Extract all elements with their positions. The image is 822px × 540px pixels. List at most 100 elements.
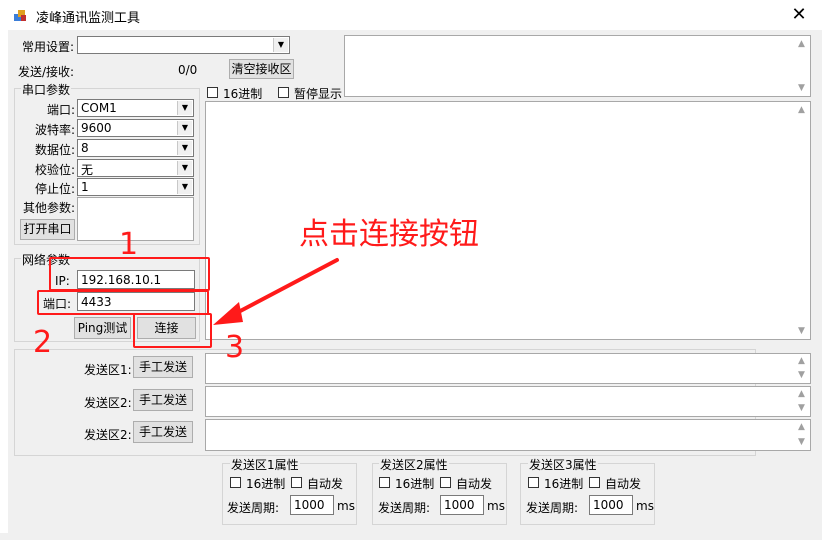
top-text-scrollbar[interactable]: ▲ ▼ [793, 36, 810, 96]
chevron-down-icon: ▼ [177, 161, 192, 175]
data-bits-select[interactable]: 8 ▼ [77, 139, 194, 157]
send-1-period-unit: ms [337, 499, 355, 513]
hex-display-checkbox[interactable] [207, 87, 218, 98]
scroll-up-icon[interactable]: ▲ [793, 36, 810, 52]
scroll-up-icon[interactable]: ▲ [793, 354, 810, 369]
common-settings-select[interactable]: ▼ [77, 36, 290, 54]
manual-send-3-button[interactable]: 手工发送 [133, 421, 193, 443]
send-1-auto-label: 自动发 [307, 477, 344, 491]
scroll-up-icon[interactable]: ▲ [793, 387, 810, 402]
annotation-callout-text: 点击连接按钮 [299, 217, 479, 252]
stop-bits-value: 1 [81, 180, 89, 194]
manual-send-1-button[interactable]: 手工发送 [133, 356, 193, 378]
send-1-hex-checkbox[interactable] [230, 477, 241, 488]
send-1-auto-checkbox[interactable] [291, 477, 302, 488]
pause-display-checkbox[interactable] [278, 87, 289, 98]
manual-send-3-label: 手工发送 [138, 425, 187, 439]
send-3-hex-checkbox[interactable] [528, 477, 539, 488]
data-bits-label: 数据位: [35, 143, 76, 157]
manual-send-2-label: 手工发送 [138, 393, 187, 407]
send-2-props-title: 发送区2属性 [379, 456, 449, 473]
send-2-auto-checkbox[interactable] [440, 477, 451, 488]
send-1-props-title: 发送区1属性 [230, 456, 300, 473]
send-3-period-unit: ms [636, 499, 654, 513]
manual-send-2-button[interactable]: 手工发送 [133, 389, 193, 411]
send-3-scrollbar[interactable]: ▲ ▼ [793, 420, 810, 450]
send-area-2-input[interactable]: ▲ ▼ [205, 386, 811, 417]
send-1-period-label: 发送周期: [227, 501, 280, 515]
annotation-number-3: 3 [225, 330, 245, 365]
send-3-props-title: 发送区3属性 [528, 456, 598, 473]
serial-port-select[interactable]: COM1 ▼ [77, 99, 194, 117]
annotation-number-1: 1 [119, 227, 139, 262]
scroll-up-icon[interactable]: ▲ [793, 420, 810, 435]
window-title: 凌峰通讯监测工具 [36, 11, 141, 26]
baud-rate-select[interactable]: 9600 ▼ [77, 119, 194, 137]
scroll-down-icon[interactable]: ▼ [793, 401, 810, 416]
baud-rate-label: 波特率: [35, 123, 76, 137]
send-1-period-value: 1000 [294, 498, 325, 512]
other-params-label: 其他参数: [23, 201, 76, 215]
send-area-1-label: 发送区1: [84, 363, 132, 377]
send-2-hex-label: 16进制 [395, 477, 435, 491]
manual-send-1-label: 手工发送 [138, 360, 187, 374]
send-3-period-input[interactable]: 1000 [589, 495, 633, 515]
send-1-period-input[interactable]: 1000 [290, 495, 334, 515]
serial-port-label: 端口: [47, 103, 76, 117]
send-2-period-label: 发送周期: [378, 501, 431, 515]
serial-params-title: 串口参数 [21, 81, 72, 98]
pause-display-label: 暂停显示 [294, 87, 343, 101]
chevron-down-icon: ▼ [273, 38, 288, 52]
data-bits-value: 8 [81, 141, 89, 155]
window-left-edge [0, 30, 8, 540]
parity-select[interactable]: 无 ▼ [77, 159, 194, 177]
chevron-down-icon: ▼ [177, 101, 192, 115]
scroll-up-icon[interactable]: ▲ [793, 102, 810, 118]
app-logo-icon [14, 10, 26, 21]
clear-receive-label: 清空接收区 [231, 62, 292, 76]
send-area-2-label: 发送区2: [84, 396, 132, 410]
send-2-scrollbar[interactable]: ▲ ▼ [793, 387, 810, 416]
ping-test-label: Ping测试 [77, 321, 128, 335]
serial-port-value: COM1 [81, 101, 117, 115]
parity-label: 校验位: [35, 163, 76, 177]
send-2-period-input[interactable]: 1000 [440, 495, 484, 515]
send-2-period-value: 1000 [444, 498, 475, 512]
send-recv-counter: 0/0 [178, 63, 198, 77]
scroll-down-icon[interactable]: ▼ [793, 435, 810, 450]
chevron-down-icon: ▼ [177, 121, 192, 135]
baud-rate-value: 9600 [81, 121, 112, 135]
annotation-arrow-icon [213, 258, 339, 325]
send-area-3-label: 发送区2: [84, 428, 132, 442]
open-serial-button[interactable]: 打开串口 [20, 219, 75, 240]
top-text-area[interactable]: ▲ ▼ [344, 35, 811, 97]
scroll-down-icon[interactable]: ▼ [793, 323, 810, 339]
common-settings-label: 常用设置: [22, 40, 75, 54]
annotation-box-connect [133, 313, 212, 348]
bottom-strip [0, 533, 822, 540]
hex-display-label: 16进制 [223, 87, 263, 101]
clear-receive-button[interactable]: 清空接收区 [229, 59, 294, 79]
annotation-box-ip [49, 257, 210, 291]
send-2-hex-checkbox[interactable] [379, 477, 390, 488]
ping-test-button[interactable]: Ping测试 [74, 317, 131, 339]
send-3-period-label: 发送周期: [526, 501, 579, 515]
parity-value: 无 [81, 163, 94, 177]
send-1-scrollbar[interactable]: ▲ ▼ [793, 354, 810, 383]
annotation-box-port [37, 290, 209, 315]
stop-bits-select[interactable]: 1 ▼ [77, 178, 194, 196]
annotation-number-2: 2 [33, 325, 53, 360]
send-area-1-input[interactable]: ▲ ▼ [205, 353, 811, 384]
send-3-auto-checkbox[interactable] [589, 477, 600, 488]
receive-scrollbar[interactable]: ▲ ▼ [793, 102, 810, 339]
send-2-period-unit: ms [487, 499, 505, 513]
close-button[interactable]: ✕ [786, 4, 812, 26]
scroll-down-icon[interactable]: ▼ [793, 80, 810, 96]
send-3-hex-label: 16进制 [544, 477, 584, 491]
send-3-auto-label: 自动发 [605, 477, 642, 491]
title-bar: 凌峰通讯监测工具 ✕ [0, 0, 822, 31]
scroll-down-icon[interactable]: ▼ [793, 368, 810, 383]
chevron-down-icon: ▼ [177, 141, 192, 155]
open-serial-label: 打开串口 [23, 222, 72, 236]
send-area-3-input[interactable]: ▲ ▼ [205, 419, 811, 451]
